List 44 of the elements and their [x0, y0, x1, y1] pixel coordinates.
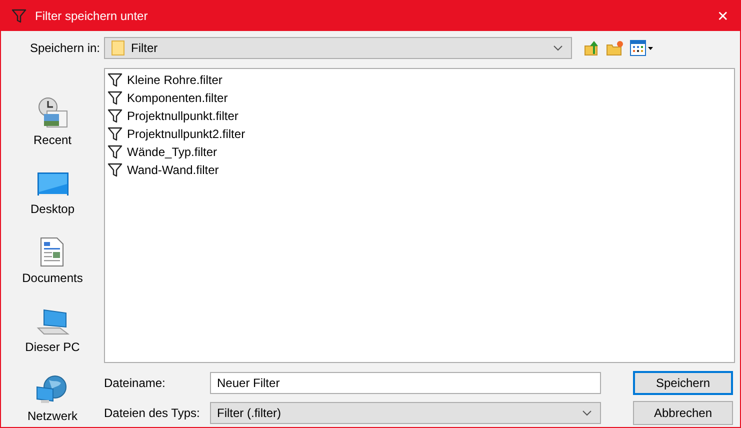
sidebar-place[interactable]: Recent: [33, 78, 72, 147]
computer-icon: [36, 308, 70, 336]
window-title: Filter speichern unter: [35, 8, 149, 22]
file-name-label: Dateiname:: [104, 376, 166, 390]
sidebar-place[interactable]: Netzwerk: [27, 354, 78, 423]
folder-icon: [111, 40, 125, 56]
place-label: Desktop: [30, 202, 75, 216]
chevron-icon: [553, 45, 563, 51]
place-label: Netzwerk: [27, 409, 78, 423]
new-folder-icon[interactable]: [606, 40, 624, 56]
chevron-icon: [582, 410, 592, 416]
view-menu-icon[interactable]: [630, 40, 654, 56]
save-in-label: Speichern in:: [30, 41, 100, 55]
close-button[interactable]: ✕: [706, 0, 740, 31]
funnel-icon: [107, 144, 123, 160]
file-name-field[interactable]: Neuer Filter: [210, 372, 601, 394]
file-item[interactable]: Wand-Wand.filter: [107, 161, 221, 179]
cancel-button[interactable]: Abbrechen: [633, 401, 733, 425]
folder-up-icon[interactable]: [584, 40, 600, 56]
sidebar-place[interactable]: Desktop: [30, 147, 75, 216]
file-item[interactable]: Wände_Typ.filter: [107, 143, 220, 161]
desktop-icon: [36, 172, 68, 198]
file-item[interactable]: Projektnullpunkt2.filter: [107, 125, 248, 143]
save-in-dropdown[interactable]: Filter: [104, 37, 572, 59]
place-label: Recent: [33, 133, 72, 147]
place-label: Documents: [22, 271, 83, 285]
clock-document-icon: [36, 97, 68, 129]
funnel-icon: [107, 108, 123, 124]
network-icon: [35, 375, 70, 405]
file-type-dropdown[interactable]: Filter (.filter): [210, 402, 601, 424]
file-type-label: Dateien des Typs:: [104, 406, 201, 420]
funnel-icon: [107, 72, 123, 88]
place-label: Dieser PC: [25, 340, 80, 354]
file-item[interactable]: Projektnullpunkt.filter: [107, 107, 240, 125]
sidebar-place[interactable]: Dieser PC: [25, 285, 80, 354]
funnel-icon: [11, 8, 27, 24]
file-item[interactable]: Kleine Rohre.filter: [107, 71, 224, 89]
document-icon: [39, 237, 66, 267]
funnel-icon: [107, 162, 123, 178]
save-button[interactable]: Speichern: [633, 371, 733, 395]
file-item[interactable]: Komponenten.filter: [107, 89, 230, 107]
funnel-icon: [107, 90, 123, 106]
sidebar-place[interactable]: Documents: [22, 216, 83, 285]
funnel-icon: [107, 126, 123, 142]
